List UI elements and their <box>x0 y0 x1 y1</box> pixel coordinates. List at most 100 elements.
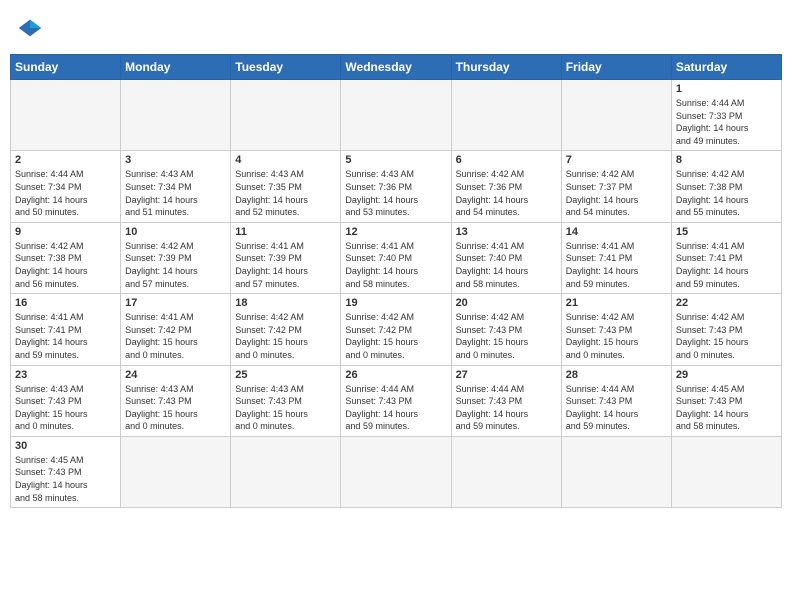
calendar-day-cell: 16Sunrise: 4:41 AM Sunset: 7:41 PM Dayli… <box>11 294 121 365</box>
day-of-week-header: Monday <box>121 55 231 80</box>
day-info: Sunrise: 4:41 AM Sunset: 7:41 PM Dayligh… <box>676 240 777 290</box>
day-info: Sunrise: 4:43 AM Sunset: 7:43 PM Dayligh… <box>125 383 226 433</box>
day-number: 27 <box>456 369 557 381</box>
day-number: 2 <box>15 154 116 166</box>
calendar-header <box>10 10 782 46</box>
day-number: 12 <box>345 226 446 238</box>
day-info: Sunrise: 4:42 AM Sunset: 7:36 PM Dayligh… <box>456 168 557 218</box>
day-info: Sunrise: 4:41 AM Sunset: 7:40 PM Dayligh… <box>345 240 446 290</box>
calendar-table: SundayMondayTuesdayWednesdayThursdayFrid… <box>10 54 782 508</box>
calendar-day-cell: 1Sunrise: 4:44 AM Sunset: 7:33 PM Daylig… <box>671 80 781 151</box>
day-info: Sunrise: 4:41 AM Sunset: 7:41 PM Dayligh… <box>15 311 116 361</box>
day-number: 9 <box>15 226 116 238</box>
calendar-day-cell <box>121 436 231 507</box>
calendar-day-cell: 28Sunrise: 4:44 AM Sunset: 7:43 PM Dayli… <box>561 365 671 436</box>
day-info: Sunrise: 4:42 AM Sunset: 7:38 PM Dayligh… <box>15 240 116 290</box>
calendar-day-cell: 20Sunrise: 4:42 AM Sunset: 7:43 PM Dayli… <box>451 294 561 365</box>
calendar-day-cell <box>561 436 671 507</box>
day-info: Sunrise: 4:43 AM Sunset: 7:34 PM Dayligh… <box>125 168 226 218</box>
day-number: 8 <box>676 154 777 166</box>
day-info: Sunrise: 4:41 AM Sunset: 7:39 PM Dayligh… <box>235 240 336 290</box>
day-number: 15 <box>676 226 777 238</box>
calendar-day-cell: 27 Sunrise: 4:44 AM Sunset: 7:43 PM Dayli… <box>451 365 561 436</box>
day-number: 20 <box>456 297 557 309</box>
day-info: Sunrise: 4:42 AM Sunset: 7:37 PM Dayligh… <box>566 168 667 218</box>
calendar-day-cell: 13Sunrise: 4:41 AM Sunset: 7:40 PM Dayli… <box>451 222 561 293</box>
calendar-day-cell: 9 Sunrise: 4:42 AM Sunset: 7:38 PM Daylig… <box>11 222 121 293</box>
day-info: Sunrise: 4:44 AM Sunset: 7:43 PM Dayligh… <box>345 383 446 433</box>
calendar-day-cell: 18 Sunrise: 4:42 AM Sunset: 7:42 PM Dayli… <box>231 294 341 365</box>
calendar-week-row: 9 Sunrise: 4:42 AM Sunset: 7:38 PM Daylig… <box>11 222 782 293</box>
calendar-week-row: 1Sunrise: 4:44 AM Sunset: 7:33 PM Daylig… <box>11 80 782 151</box>
calendar-day-cell: 19Sunrise: 4:42 AM Sunset: 7:42 PM Dayli… <box>341 294 451 365</box>
day-of-week-header: Tuesday <box>231 55 341 80</box>
day-info: Sunrise: 4:44 AM Sunset: 7:43 PM Dayligh… <box>566 383 667 433</box>
calendar-day-cell: 22Sunrise: 4:42 AM Sunset: 7:43 PM Dayli… <box>671 294 781 365</box>
calendar-day-cell: 12 Sunrise: 4:41 AM Sunset: 7:40 PM Dayli… <box>341 222 451 293</box>
calendar-day-cell: 2 Sunrise: 4:44 AM Sunset: 7:34 PM Daylig… <box>11 151 121 222</box>
day-info: Sunrise: 4:41 AM Sunset: 7:40 PM Dayligh… <box>456 240 557 290</box>
day-info: Sunrise: 4:43 AM Sunset: 7:43 PM Dayligh… <box>235 383 336 433</box>
day-info: Sunrise: 4:42 AM Sunset: 7:43 PM Dayligh… <box>676 311 777 361</box>
day-info: Sunrise: 4:42 AM Sunset: 7:42 PM Dayligh… <box>235 311 336 361</box>
calendar-day-cell: 23 Sunrise: 4:43 AM Sunset: 7:43 PM Dayli… <box>11 365 121 436</box>
day-number: 29 <box>676 369 777 381</box>
day-info: Sunrise: 4:43 AM Sunset: 7:43 PM Dayligh… <box>15 383 116 433</box>
calendar-day-cell: 26 Sunrise: 4:44 AM Sunset: 7:43 PM Dayli… <box>341 365 451 436</box>
calendar-day-cell <box>451 436 561 507</box>
generalblue-logo-icon <box>16 14 44 42</box>
day-info: Sunrise: 4:42 AM Sunset: 7:38 PM Dayligh… <box>676 168 777 218</box>
day-number: 6 <box>456 154 557 166</box>
calendar-week-row: 2 Sunrise: 4:44 AM Sunset: 7:34 PM Daylig… <box>11 151 782 222</box>
day-info: Sunrise: 4:42 AM Sunset: 7:42 PM Dayligh… <box>345 311 446 361</box>
calendar-week-row: 23 Sunrise: 4:43 AM Sunset: 7:43 PM Dayli… <box>11 365 782 436</box>
calendar-day-cell <box>561 80 671 151</box>
day-number: 11 <box>235 226 336 238</box>
day-number: 18 <box>235 297 336 309</box>
calendar-day-cell <box>451 80 561 151</box>
day-of-week-header: Sunday <box>11 55 121 80</box>
calendar-week-row: 30 Sunrise: 4:45 AM Sunset: 7:43 PM Dayli… <box>11 436 782 507</box>
calendar-week-row: 16Sunrise: 4:41 AM Sunset: 7:41 PM Dayli… <box>11 294 782 365</box>
calendar-day-cell <box>341 436 451 507</box>
calendar-header-row: SundayMondayTuesdayWednesdayThursdayFrid… <box>11 55 782 80</box>
day-of-week-header: Wednesday <box>341 55 451 80</box>
calendar-day-cell: 17 Sunrise: 4:41 AM Sunset: 7:42 PM Dayli… <box>121 294 231 365</box>
calendar-day-cell: 14 Sunrise: 4:41 AM Sunset: 7:41 PM Dayli… <box>561 222 671 293</box>
day-number: 5 <box>345 154 446 166</box>
day-of-week-header: Saturday <box>671 55 781 80</box>
day-number: 21 <box>566 297 667 309</box>
logo <box>16 14 48 42</box>
day-number: 26 <box>345 369 446 381</box>
day-info: Sunrise: 4:41 AM Sunset: 7:41 PM Dayligh… <box>566 240 667 290</box>
day-number: 25 <box>235 369 336 381</box>
day-number: 10 <box>125 226 226 238</box>
calendar-day-cell: 30 Sunrise: 4:45 AM Sunset: 7:43 PM Dayli… <box>11 436 121 507</box>
day-info: Sunrise: 4:45 AM Sunset: 7:43 PM Dayligh… <box>15 454 116 504</box>
day-number: 14 <box>566 226 667 238</box>
calendar-day-cell: 10 Sunrise: 4:42 AM Sunset: 7:39 PM Dayli… <box>121 222 231 293</box>
calendar-day-cell: 25 Sunrise: 4:43 AM Sunset: 7:43 PM Dayli… <box>231 365 341 436</box>
day-number: 3 <box>125 154 226 166</box>
day-number: 23 <box>15 369 116 381</box>
day-info: Sunrise: 4:41 AM Sunset: 7:42 PM Dayligh… <box>125 311 226 361</box>
day-number: 4 <box>235 154 336 166</box>
calendar-day-cell: 3 Sunrise: 4:43 AM Sunset: 7:34 PM Daylig… <box>121 151 231 222</box>
calendar-day-cell <box>341 80 451 151</box>
calendar-day-cell: 21 Sunrise: 4:42 AM Sunset: 7:43 PM Dayli… <box>561 294 671 365</box>
day-number: 7 <box>566 154 667 166</box>
calendar-day-cell: 7 Sunrise: 4:42 AM Sunset: 7:37 PM Daylig… <box>561 151 671 222</box>
day-info: Sunrise: 4:42 AM Sunset: 7:39 PM Dayligh… <box>125 240 226 290</box>
day-number: 30 <box>15 440 116 452</box>
calendar-day-cell: 29Sunrise: 4:45 AM Sunset: 7:43 PM Dayli… <box>671 365 781 436</box>
calendar-day-cell <box>671 436 781 507</box>
calendar-day-cell <box>121 80 231 151</box>
day-info: Sunrise: 4:44 AM Sunset: 7:33 PM Dayligh… <box>676 97 777 147</box>
day-of-week-header: Thursday <box>451 55 561 80</box>
day-info: Sunrise: 4:44 AM Sunset: 7:34 PM Dayligh… <box>15 168 116 218</box>
calendar-day-cell <box>231 80 341 151</box>
calendar-day-cell: 4Sunrise: 4:43 AM Sunset: 7:35 PM Daylig… <box>231 151 341 222</box>
day-number: 17 <box>125 297 226 309</box>
day-info: Sunrise: 4:44 AM Sunset: 7:43 PM Dayligh… <box>456 383 557 433</box>
day-info: Sunrise: 4:42 AM Sunset: 7:43 PM Dayligh… <box>566 311 667 361</box>
